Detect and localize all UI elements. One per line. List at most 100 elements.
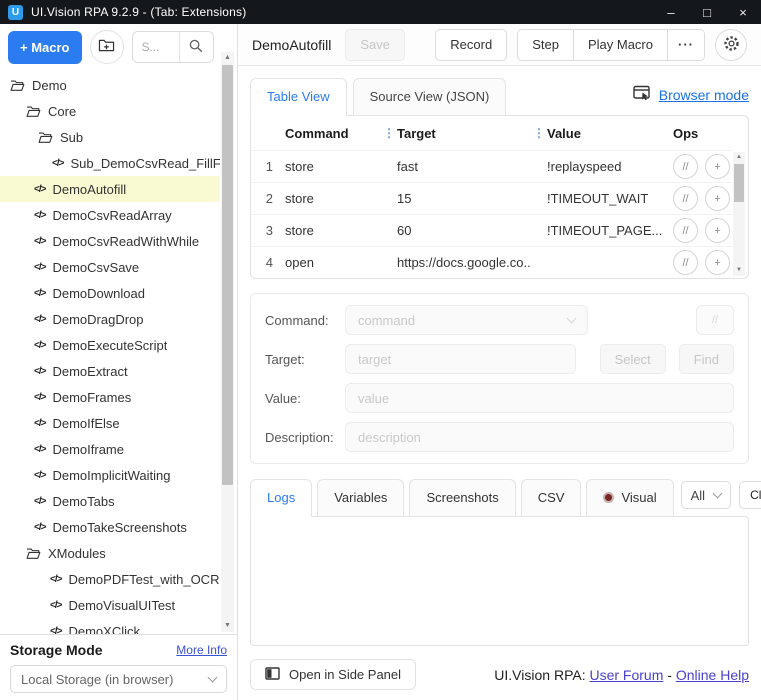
scrollbar-thumb[interactable] xyxy=(222,65,233,485)
tree-item[interactable]: </> DemoTabs xyxy=(0,488,220,514)
tree-item[interactable]: Sub xyxy=(0,124,220,150)
tree-item[interactable]: </> DemoIfElse xyxy=(0,410,220,436)
tree-item-label: Sub xyxy=(60,129,84,145)
browser-mode-link[interactable]: Browser mode xyxy=(659,87,749,103)
column-resize-handle[interactable]: ⋮ xyxy=(531,126,547,140)
tree-item[interactable]: </> DemoAutofill xyxy=(0,176,220,202)
toggle-comment-button[interactable]: // xyxy=(696,305,734,335)
maximize-button[interactable]: □ xyxy=(689,0,725,24)
tree-item[interactable]: </> DemoVisualUITest xyxy=(0,592,220,618)
tree-item[interactable]: </> DemoDragDrop xyxy=(0,306,220,332)
tree-item[interactable]: </> DemoExtract xyxy=(0,358,220,384)
cell-target[interactable]: 15 xyxy=(397,191,531,206)
save-button[interactable]: Save xyxy=(345,28,406,61)
add-row-button[interactable]: + xyxy=(705,186,730,211)
table-row[interactable]: 2 store 15 !TIMEOUT_WAIT // + xyxy=(251,182,732,214)
cell-target[interactable]: fast xyxy=(397,159,531,174)
logs-tab-variables[interactable]: Variables xyxy=(317,479,405,517)
gear-icon xyxy=(723,35,740,55)
column-command: Command xyxy=(285,125,349,141)
cell-command[interactable]: open xyxy=(285,255,381,270)
scroll-up-icon[interactable]: ▲ xyxy=(733,152,745,163)
cell-target[interactable]: 60 xyxy=(397,223,531,238)
cell-target[interactable]: https://docs.google.co... xyxy=(397,255,531,270)
cell-command[interactable]: store xyxy=(285,191,381,206)
toggle-comment-button[interactable]: // xyxy=(673,186,698,211)
toggle-comment-button[interactable]: // xyxy=(673,218,698,243)
tree-item[interactable]: </> DemoPDFTest_with_OCR xyxy=(0,566,220,592)
scroll-down-icon[interactable]: ▼ xyxy=(221,620,234,632)
close-button[interactable]: × xyxy=(725,0,761,24)
tree-item[interactable]: </> DemoCsvReadArray xyxy=(0,202,220,228)
more-info-link[interactable]: More Info xyxy=(176,643,227,657)
clear-logs-button[interactable]: Clear xyxy=(739,481,761,509)
tree-item[interactable]: </> DemoDownload xyxy=(0,280,220,306)
value-input[interactable]: value xyxy=(345,383,734,413)
more-options-button[interactable]: ··· xyxy=(667,28,705,61)
user-forum-link[interactable]: User Forum xyxy=(589,667,663,683)
add-row-button[interactable]: + xyxy=(705,218,730,243)
log-filter-select[interactable]: All xyxy=(680,481,732,509)
tree-item[interactable]: XModules xyxy=(0,540,220,566)
logs-tab-screenshots[interactable]: Screenshots xyxy=(409,479,516,517)
tree-item[interactable]: </> DemoTakeScreenshots xyxy=(0,514,220,540)
scroll-down-icon[interactable]: ▼ xyxy=(733,265,745,276)
description-input[interactable]: description xyxy=(345,422,734,452)
editor-tab-table-view[interactable]: Table View xyxy=(250,78,347,116)
minimize-button[interactable]: – xyxy=(653,0,689,24)
code-icon: </> xyxy=(34,339,47,351)
cell-command[interactable]: store xyxy=(285,223,381,238)
tree-item[interactable]: </> DemoExecuteScript xyxy=(0,332,220,358)
tree-item[interactable]: </> Sub_DemoCsvRead_FillFor xyxy=(0,150,220,176)
toggle-comment-button[interactable]: // xyxy=(673,154,698,179)
new-macro-button[interactable]: + Macro xyxy=(8,30,82,64)
search-input[interactable] xyxy=(132,32,179,62)
scroll-up-icon[interactable]: ▲ xyxy=(221,52,234,64)
storage-mode-select[interactable]: Local Storage (in browser) xyxy=(10,665,227,693)
new-folder-button[interactable] xyxy=(89,30,124,64)
settings-button[interactable] xyxy=(715,28,747,61)
tree-item[interactable]: </> DemoFrames xyxy=(0,384,220,410)
table-row[interactable]: 3 store 60 !TIMEOUT_PAGE... // + xyxy=(251,214,732,246)
table-row[interactable]: 1 store fast !replayspeed // + xyxy=(251,150,732,182)
command-select[interactable]: command xyxy=(345,305,588,335)
bottom-bar: Open in Side Panel UI.Vision RPA: User F… xyxy=(250,659,749,700)
tree-item[interactable]: </> DemoXClick xyxy=(0,618,220,635)
find-button[interactable]: Find xyxy=(678,344,734,374)
tree-item[interactable]: Demo xyxy=(0,72,220,98)
sidebar-scrollbar[interactable]: ▲ ▼ xyxy=(221,52,234,632)
record-button[interactable]: Record xyxy=(435,28,508,61)
cell-value[interactable]: !TIMEOUT_WAIT xyxy=(547,191,673,206)
table-row[interactable]: 4 open https://docs.google.co... // + xyxy=(251,246,732,278)
online-help-link[interactable]: Online Help xyxy=(676,667,749,683)
record-dot-icon xyxy=(603,492,615,503)
logs-tab-visual[interactable]: Visual xyxy=(586,479,674,517)
add-row-button[interactable]: + xyxy=(705,154,730,179)
editor-tab-source-view-json[interactable]: Source View (JSON) xyxy=(352,78,507,116)
description-label: Description: xyxy=(265,429,334,445)
open-side-panel-button[interactable]: Open in Side Panel xyxy=(250,659,417,690)
tree-item[interactable]: </> DemoIframe xyxy=(0,436,220,462)
open-folder-icon xyxy=(26,547,41,560)
tree-item[interactable]: </> DemoImplicitWaiting xyxy=(0,462,220,488)
cell-command[interactable]: store xyxy=(285,159,381,174)
tree-item[interactable]: </> DemoCsvSave xyxy=(0,254,220,280)
target-input[interactable]: target xyxy=(345,344,576,374)
browser-mode-toggle[interactable]: Browser mode xyxy=(633,85,749,105)
add-row-button[interactable]: + xyxy=(705,250,730,275)
step-button[interactable]: Step xyxy=(517,28,574,61)
play-macro-button[interactable]: Play Macro xyxy=(572,28,668,61)
search-button[interactable] xyxy=(178,32,213,62)
logs-tab-csv[interactable]: CSV xyxy=(520,479,582,517)
command-label: Command: xyxy=(265,312,329,328)
cell-value[interactable]: !replayspeed xyxy=(547,159,673,174)
table-scrollbar[interactable]: ▲ ▼ xyxy=(733,152,745,276)
tree-item[interactable]: </> DemoCsvReadWithWhile xyxy=(0,228,220,254)
logs-tab-logs[interactable]: Logs xyxy=(250,479,313,517)
scrollbar-thumb[interactable] xyxy=(734,164,744,202)
select-button[interactable]: Select xyxy=(599,344,666,374)
toggle-comment-button[interactable]: // xyxy=(673,250,698,275)
cell-value[interactable]: !TIMEOUT_PAGE... xyxy=(547,223,673,238)
column-resize-handle[interactable]: ⋮ xyxy=(381,126,397,140)
tree-item[interactable]: Core xyxy=(0,98,220,124)
